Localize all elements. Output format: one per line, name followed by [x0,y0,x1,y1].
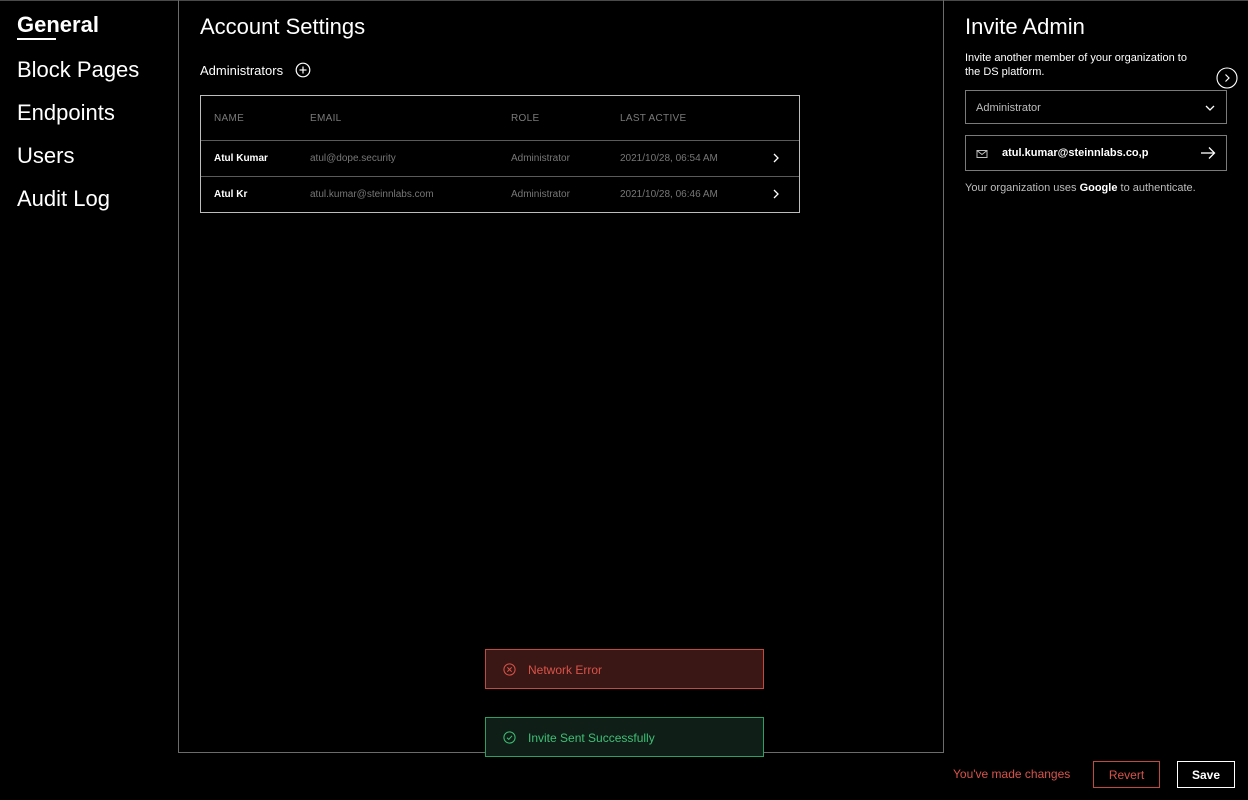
sidebar: General Block Pages Endpoints Users Audi… [0,0,178,752]
sidebar-item-audit-log[interactable]: Audit Log [17,186,110,212]
success-toast-message: Invite Sent Successfully [528,731,655,745]
role-select-value: Administrator [976,102,1041,114]
app-root: General Block Pages Endpoints Users Audi… [0,0,1248,800]
column-header-role: ROLE [511,113,540,124]
active-indicator [17,38,56,40]
admin-role: Administrator [511,153,570,164]
auth-note-prefix: Your organization uses [965,182,1080,194]
add-admin-icon[interactable] [295,62,311,78]
auth-provider-name: Google [1079,182,1118,194]
unsaved-changes-text: You've made changes [953,767,1071,781]
chevron-right-icon[interactable] [771,188,781,200]
error-circle-icon [503,663,516,676]
admin-last-active: 2021/10/28, 06:46 AM [620,189,718,200]
invite-email-input[interactable] [1002,144,1182,162]
invite-admin-description: Invite another member of your organizati… [965,52,1187,78]
sidebar-item-endpoints[interactable]: Endpoints [17,100,115,126]
error-toast-message: Network Error [528,663,603,677]
chevron-down-icon [1205,105,1215,111]
table-row[interactable]: Atul Kumar atul@dope.security Administra… [201,140,799,176]
column-header-name: NAME [214,113,245,124]
chevron-right-icon[interactable] [771,152,781,164]
administrators-table: NAME EMAIL ROLE LAST ACTIVE Atul Kumar a… [200,95,800,213]
role-select[interactable]: Administrator [965,90,1227,124]
invite-email-field[interactable] [965,135,1227,171]
revert-button[interactable]: Revert [1093,761,1160,788]
admin-role: Administrator [511,189,570,200]
arrow-right-icon[interactable] [1200,146,1216,160]
error-toast: Network Error [485,649,764,689]
admin-email: atul@dope.security [310,153,396,164]
sidebar-item-block-pages[interactable]: Block Pages [17,57,139,83]
auth-provider-note: Your organization uses Google to authent… [965,182,1196,194]
mail-icon [976,150,988,158]
success-toast: Invite Sent Successfully [485,717,764,757]
table-row[interactable]: Atul Kr atul.kumar@steinnlabs.com Admini… [201,176,799,212]
column-header-last-active: LAST ACTIVE [620,113,687,124]
column-header-email: EMAIL [310,113,342,124]
chevron-circle-right-icon[interactable] [1216,67,1238,89]
save-button[interactable]: Save [1177,761,1235,788]
administrators-label: Administrators [200,63,284,78]
invite-admin-title: Invite Admin [965,14,1085,39]
admin-name: Atul Kr [214,189,248,200]
sidebar-item-general[interactable]: General [17,12,99,38]
admin-name: Atul Kumar [214,153,268,164]
check-circle-icon [503,731,516,744]
admin-last-active: 2021/10/28, 06:54 AM [620,153,718,164]
admin-email: atul.kumar@steinnlabs.com [310,189,434,200]
auth-note-suffix: to authenticate. [1117,182,1196,194]
account-settings-panel: Account Settings Administrators NAME EMA… [178,0,944,757]
sidebar-item-users[interactable]: Users [17,143,74,169]
page-title: Account Settings [200,14,366,39]
invite-admin-panel: Invite Admin Invite another member of yo… [944,0,1248,752]
